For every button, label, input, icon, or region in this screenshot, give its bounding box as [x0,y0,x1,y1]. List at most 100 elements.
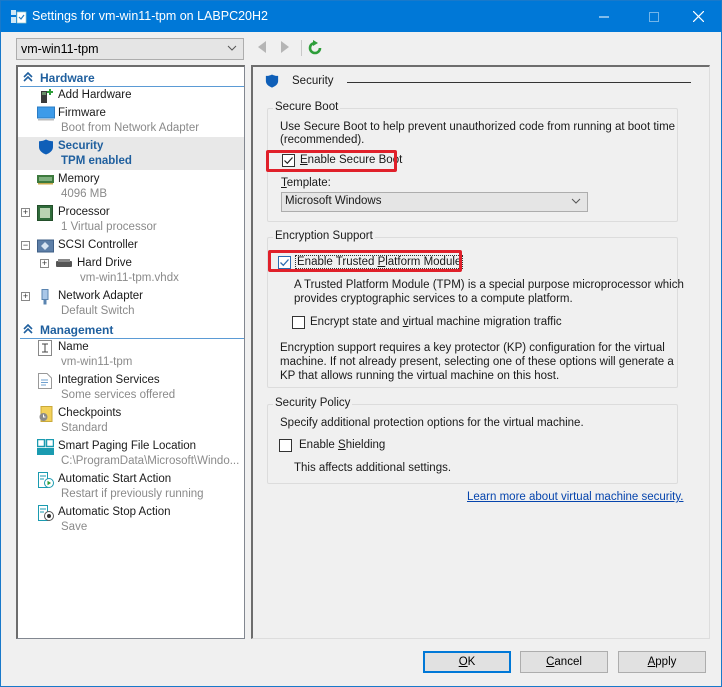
sidebar-item-label: Checkpoints [58,407,122,419]
sidebar-item-subtext: Restart if previously running [61,488,204,500]
shield-icon [38,139,54,155]
sidebar-item-subtext: Default Switch [61,305,135,317]
collapse-toggle[interactable]: − [21,241,30,250]
checkpoints-icon [38,406,54,422]
memory-icon [37,173,54,189]
learn-more-link[interactable]: Learn more about virtual machine securit… [467,491,683,503]
ok-button[interactable]: OK [423,651,511,673]
sidebar-item-subtext: vm-win11-tpm.vhdx [80,272,179,284]
maximize-button[interactable] [631,1,677,32]
collapse-chevron-icon [23,72,33,82]
shielding-note: This affects additional settings. [294,462,452,474]
label-text: Encrypt state and [310,316,403,328]
sidebar-item-memory[interactable]: Memory 4096 MB [18,171,244,204]
sidebar-item-hard-drive[interactable]: + Hard Drive vm-win11-tpm.vhdx [18,255,244,288]
sidebar-item-label: Smart Paging File Location [58,440,197,452]
sidebar-item-automatic-stop-action[interactable]: Automatic Stop Action Save [18,504,244,537]
expand-toggle[interactable]: + [21,208,30,217]
add-hardware-icon [39,88,55,104]
integration-services-icon [38,373,54,389]
sidebar-item-label: SCSI Controller [58,239,138,251]
security-policy-group: Security Policy Specify additional prote… [267,397,678,484]
sidebar-item-label: Name [58,341,89,353]
expand-toggle[interactable]: + [40,259,49,268]
expand-toggle[interactable]: + [21,292,30,301]
sidebar-item-label: Firmware [58,107,106,119]
apply-button[interactable]: Apply [618,651,706,673]
sidebar-item-label: Add Hardware [58,89,132,101]
sidebar-item-label: Hard Drive [77,257,132,269]
sidebar-item-label: Automatic Stop Action [58,506,171,518]
secure-boot-description: Use Secure Boot to help prevent unauthor… [280,121,676,133]
kp-description-3: KP that allows running the virtual machi… [280,370,560,382]
sidebar-item-security[interactable]: Security TPM enabled [18,137,244,170]
encrypt-state-checkbox[interactable]: Encrypt state and virtual machine migrat… [292,314,562,330]
close-button[interactable] [675,1,721,32]
sidebar-item-subtext: TPM enabled [61,155,132,167]
minimize-button[interactable] [581,1,627,32]
sidebar-item-subtext: Save [61,521,88,533]
section-header: Security [265,73,695,91]
sidebar-item-subtext: C:\ProgramData\Microsoft\Windo... [61,455,240,467]
button-label: K [467,656,476,668]
sidebar-item-label: Memory [58,173,100,185]
sidebar-item-network-adapter[interactable]: + Network Adapter Default Switch [18,288,244,321]
sidebar-item-label: Security [58,140,104,152]
sidebar-item-smart-paging[interactable]: Smart Paging File Location C:\ProgramDat… [18,438,244,471]
sidebar-item-processor[interactable]: + Processor 1 Virtual processor [18,204,244,237]
highlight-box-secure-boot [266,150,397,172]
vm-selector-dropdown[interactable]: vm-win11-tpm [16,38,244,60]
toolbar-divider [301,40,302,56]
tpm-description-2: provides cryptographic services to a com… [294,293,573,305]
secure-boot-description-2: (recommended). [280,134,365,146]
management-section-header[interactable]: Management [20,321,244,339]
sidebar-item-label: Processor [58,206,110,218]
enable-shielding-checkbox[interactable]: Enable Shielding [279,437,385,453]
template-dropdown[interactable]: Microsoft Windows [281,192,588,212]
auto-start-icon [38,472,54,488]
section-title: Security [292,75,334,87]
processor-icon [37,205,53,221]
vm-selector-value: vm-win11-tpm [21,42,99,56]
hard-drive-icon [56,258,72,274]
encrypt-state-checkbox-box[interactable] [292,315,305,329]
button-label: pply [655,656,677,668]
tpm-description: A Trusted Platform Module (TPM) is a spe… [294,279,684,291]
back-arrow-icon [258,41,266,53]
secure-boot-group-label: Secure Boot [273,101,341,113]
close-icon [692,11,704,22]
back-button[interactable] [257,41,267,56]
security-policy-group-label: Security Policy [273,397,353,409]
sidebar-item-label: Automatic Start Action [58,473,172,485]
collapse-chevron-icon [23,324,33,334]
minimize-icon [599,16,609,17]
sidebar-item-subtext: Some services offered [61,389,176,401]
forward-arrow-icon [281,41,289,53]
title-bar[interactable]: Settings for vm-win11-tpm on LABPC20H2 [1,1,721,32]
sidebar-item-label: Integration Services [58,374,160,386]
sidebar-item-checkpoints[interactable]: Checkpoints Standard [18,405,244,438]
settings-window: Settings for vm-win11-tpm on LABPC20H2 v… [0,0,722,687]
sidebar-item-firmware[interactable]: Firmware Boot from Network Adapter [18,105,244,138]
sidebar-item-integration-services[interactable]: Integration Services Some services offer… [18,372,244,405]
enable-shielding-label: Enable Shielding [299,439,385,451]
chevron-down-icon [227,45,237,51]
highlight-box-tpm [268,250,462,272]
template-dropdown-value: Microsoft Windows [285,195,382,207]
refresh-button[interactable] [308,40,322,58]
cancel-button[interactable]: Cancel [520,651,608,673]
hardware-section-header[interactable]: Hardware [20,69,244,87]
sidebar-item-scsi-controller[interactable]: − SCSI Controller [18,237,244,255]
shielding-checkbox-box[interactable] [279,438,292,452]
encrypt-state-label: Encrypt state and virtual machine migrat… [310,316,562,328]
firmware-icon [37,106,55,122]
label-text: Enable [299,439,339,451]
forward-button[interactable] [280,41,290,56]
sidebar-item-subtext: Standard [61,422,108,434]
sidebar-item-subtext: 1 Virtual processor [61,221,157,233]
sidebar-item-automatic-start-action[interactable]: Automatic Start Action Restart if previo… [18,471,244,504]
security-policy-description: Specify additional protection options fo… [280,417,584,429]
encryption-group-label: Encryption Support [273,230,375,242]
sidebar-item-subtext: vm-win11-tpm [61,356,133,368]
sidebar-item-name[interactable]: Name vm-win11-tpm [18,339,244,372]
